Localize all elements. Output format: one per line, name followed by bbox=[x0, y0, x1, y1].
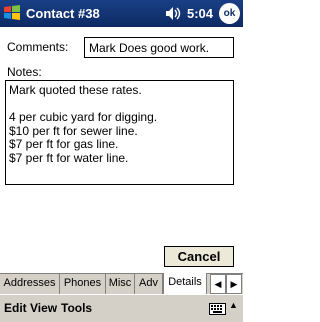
menu-view[interactable]: View bbox=[30, 301, 57, 315]
notes-line: Mark quoted these rates. bbox=[9, 83, 142, 97]
menu-edit[interactable]: Edit bbox=[4, 301, 27, 315]
tab-phones[interactable]: Phones bbox=[60, 274, 106, 294]
menu-bar: Edit View Tools ▲ bbox=[0, 294, 243, 322]
notes-line: 4 per cubic yard for digging. bbox=[9, 110, 158, 125]
speaker-icon[interactable] bbox=[165, 6, 183, 21]
tab-bar: Addresses Phones Misc Adv Details ◀ ▶ bbox=[0, 273, 243, 294]
notes-line bbox=[9, 98, 230, 112]
menu-tools[interactable]: Tools bbox=[61, 301, 92, 315]
tab-scroll-left-icon[interactable]: ◀ bbox=[210, 274, 226, 294]
notes-line: $7 per ft for gas line. bbox=[9, 137, 119, 152]
tab-misc[interactable]: Misc bbox=[106, 274, 135, 294]
comments-label: Comments: bbox=[7, 40, 69, 54]
keyboard-icon[interactable] bbox=[209, 303, 226, 315]
window-title: Contact #38 bbox=[26, 6, 100, 21]
tab-adv[interactable]: Adv bbox=[135, 274, 163, 294]
ok-button[interactable]: ok bbox=[219, 3, 240, 24]
comments-field[interactable]: Mark Does good work. bbox=[84, 37, 234, 58]
tab-details[interactable]: Details bbox=[163, 273, 207, 294]
cancel-button[interactable]: Cancel bbox=[164, 246, 234, 267]
tab-scroll-right-icon[interactable]: ▶ bbox=[226, 274, 242, 294]
windows-flag-icon[interactable] bbox=[3, 4, 21, 22]
tab-addresses[interactable]: Addresses bbox=[0, 274, 60, 294]
title-bar: Contact #38 5:04 ok bbox=[0, 0, 243, 27]
notes-label: Notes: bbox=[7, 65, 42, 79]
notes-line: $7 per ft for water line. bbox=[9, 150, 129, 165]
notes-line: $10 per ft for sewer line. bbox=[9, 123, 138, 138]
sip-arrow-icon[interactable]: ▲ bbox=[229, 300, 238, 310]
clock[interactable]: 5:04 bbox=[187, 6, 213, 21]
notes-textarea[interactable]: Mark quoted these rates. 4 per cubic yar… bbox=[5, 80, 234, 185]
